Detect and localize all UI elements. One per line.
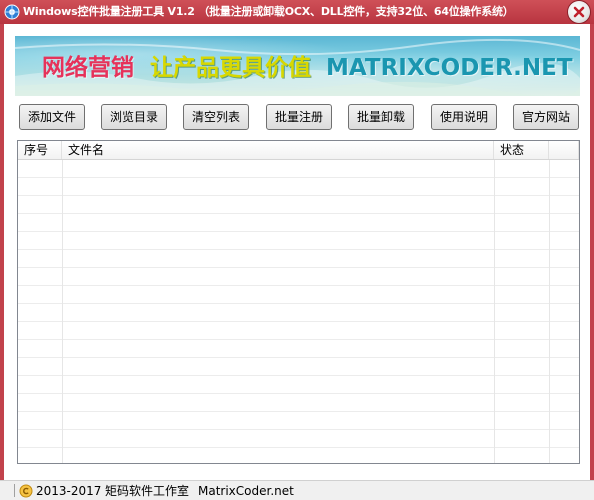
close-icon <box>573 6 585 18</box>
copyright-years: 2013-2017 <box>36 484 102 498</box>
column-divider <box>549 160 550 463</box>
window-title: Windows控件批量注册工具 V1.2 （批量注册或卸载OCX、DLL控件，支… <box>23 5 514 18</box>
file-list[interactable]: 序号 文件名 状态 <box>17 140 580 464</box>
instructions-button[interactable]: 使用说明 <box>431 104 497 130</box>
column-header-filename[interactable]: 文件名 <box>62 141 494 159</box>
copyright-icon <box>19 484 33 498</box>
website-link[interactable]: MatrixCoder.net <box>198 483 294 499</box>
client-area: 网络营销 让产品更具价值 MATRIXCODER.NET 添加文件 浏览目录 清… <box>4 24 590 480</box>
status-divider <box>14 484 15 497</box>
official-website-button[interactable]: 官方网站 <box>513 104 579 130</box>
title-bar[interactable]: Windows控件批量注册工具 V1.2 （批量注册或卸载OCX、DLL控件，支… <box>0 0 594 24</box>
column-header-index[interactable]: 序号 <box>18 141 62 159</box>
advertisement-banner[interactable]: 网络营销 让产品更具价值 MATRIXCODER.NET <box>15 36 580 96</box>
main-window: Windows控件批量注册工具 V1.2 （批量注册或卸载OCX、DLL控件，支… <box>0 0 594 500</box>
banner-slogan-value: 让产品更具价值 <box>150 55 311 81</box>
list-header: 序号 文件名 状态 <box>18 141 579 160</box>
toolbar: 添加文件 浏览目录 清空列表 批量注册 批量卸载 使用说明 官方网站 <box>4 104 590 132</box>
studio-name: 矩码软件工作室 <box>105 484 190 498</box>
close-button[interactable] <box>568 1 590 23</box>
batch-unregister-button[interactable]: 批量卸载 <box>348 104 414 130</box>
add-files-button[interactable]: 添加文件 <box>19 104 85 130</box>
browse-directory-button[interactable]: 浏览目录 <box>101 104 167 130</box>
column-divider <box>62 160 63 463</box>
gear-globe-icon <box>4 4 20 20</box>
status-bar: 2013-2017 矩码软件工作室 MatrixCoder.net <box>0 480 594 500</box>
column-divider <box>494 160 495 463</box>
batch-register-button[interactable]: 批量注册 <box>266 104 332 130</box>
column-header-status[interactable]: 状态 <box>494 141 549 159</box>
column-header-filler <box>549 141 579 159</box>
banner-brand-logo: MATRIXCODER.NET <box>326 55 573 81</box>
banner-slogan-marketing: 网络营销 <box>42 55 134 81</box>
clear-list-button[interactable]: 清空列表 <box>183 104 249 130</box>
